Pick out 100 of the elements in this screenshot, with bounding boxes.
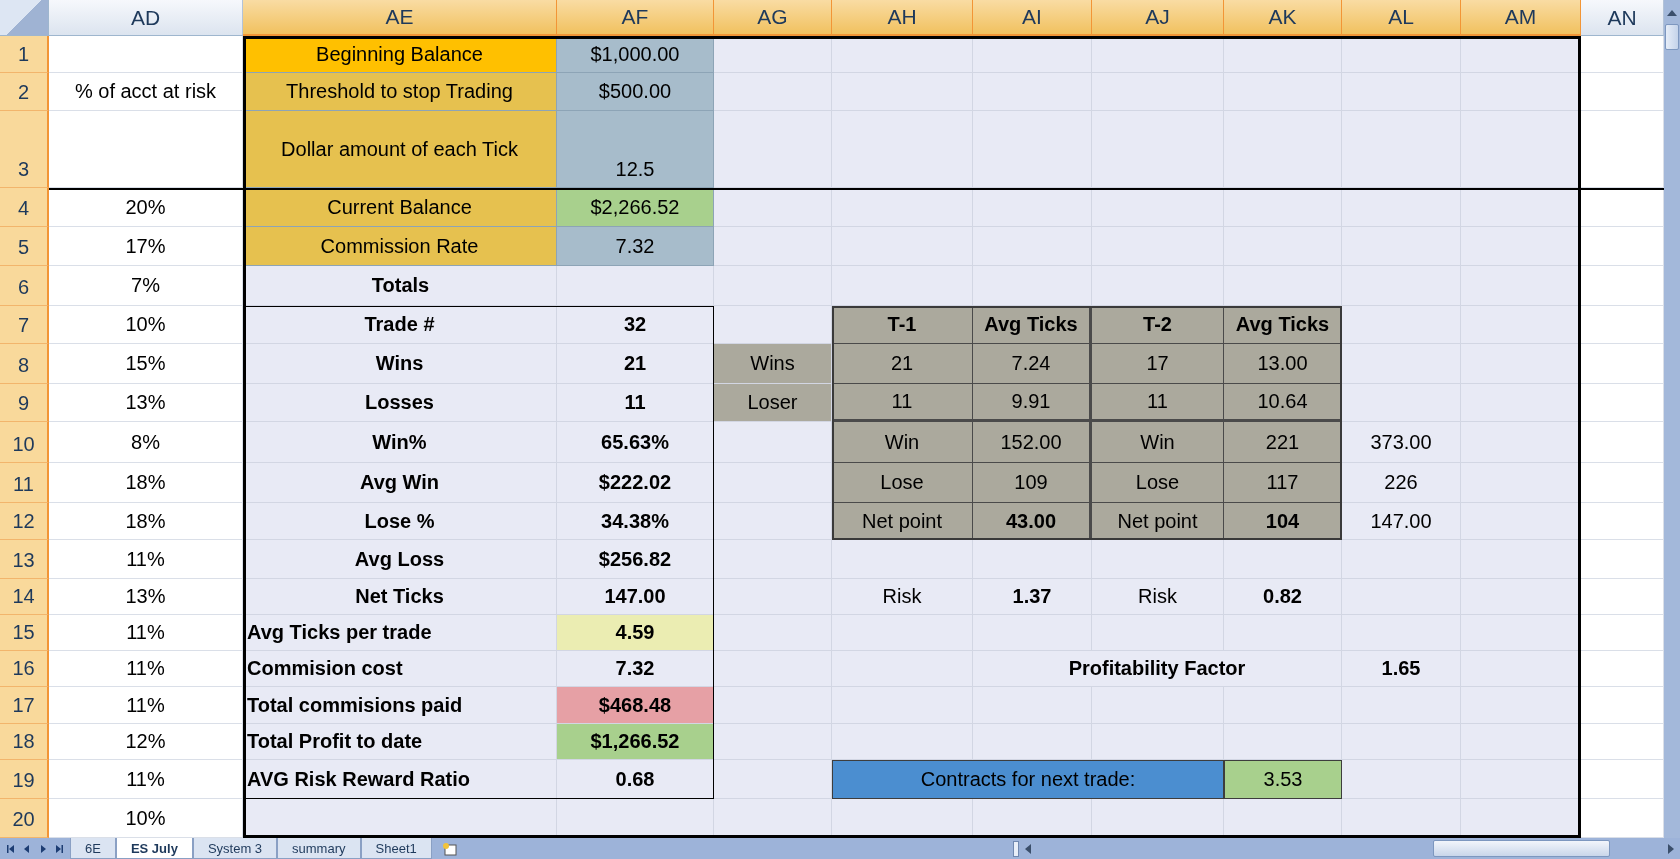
table-cell: 152.00 — [973, 422, 1092, 463]
row-header[interactable]: 17 — [0, 687, 49, 724]
table-cell: $1,266.52 — [557, 724, 714, 760]
table-cell: Commission Rate — [243, 227, 557, 266]
table-cell: Wins — [714, 344, 832, 384]
sheet-tab[interactable]: 6E — [70, 838, 116, 859]
table-cell: 3.53 — [1224, 760, 1342, 799]
table-cell: Risk — [832, 579, 973, 615]
table-cell: 17 — [1092, 344, 1224, 384]
row-header[interactable]: 10 — [0, 422, 49, 463]
table-cell: 0.68 — [557, 760, 714, 799]
table-cell: 104 — [1224, 503, 1342, 540]
column-header[interactable]: AM — [1461, 0, 1581, 36]
table-cell: 11% — [49, 540, 243, 579]
column-header[interactable]: AD — [49, 0, 243, 36]
table-cell: 221 — [1224, 422, 1342, 463]
table-cell: 10% — [49, 799, 243, 838]
table-cell: $2,266.52 — [557, 188, 714, 227]
table-cell: Win% — [243, 422, 557, 463]
table-cell: 1.65 — [1342, 651, 1461, 687]
table-cell: AVG Risk Reward Ratio — [243, 760, 557, 799]
table-cell: Lose — [832, 463, 973, 503]
table-cell: 34.38% — [557, 503, 714, 540]
column-header[interactable]: AI — [973, 0, 1092, 36]
column-header[interactable]: AE — [243, 0, 557, 36]
table-cell: 7% — [49, 266, 243, 306]
table-cell: 10% — [49, 306, 243, 344]
row-header[interactable]: 12 — [0, 503, 49, 540]
table-cell: Avg Ticks per trade — [243, 615, 557, 651]
table-cell: Avg Loss — [243, 540, 557, 579]
table-cell: 11 — [832, 384, 973, 422]
table-cell: Lose % — [243, 503, 557, 540]
sheet-tab[interactable]: summary — [277, 838, 361, 859]
table-cell: 11 — [1092, 384, 1224, 422]
table-cell: Net point — [832, 503, 973, 540]
row-header[interactable]: 15 — [0, 615, 49, 651]
row-header[interactable]: 3 — [0, 111, 49, 188]
table-cell: 13% — [49, 384, 243, 422]
table-cell: 0.82 — [1224, 579, 1342, 615]
column-header[interactable]: AH — [832, 0, 973, 36]
table-cell: Wins — [243, 344, 557, 384]
table-cell: 11% — [49, 651, 243, 687]
table-cell: Net Ticks — [243, 579, 557, 615]
row-header[interactable]: 8 — [0, 344, 49, 384]
table-cell: 21 — [557, 344, 714, 384]
row-header[interactable]: 2 — [0, 73, 49, 111]
table-cell: $500.00 — [557, 73, 714, 111]
row-header[interactable]: 13 — [0, 540, 49, 579]
row-header[interactable]: 16 — [0, 651, 49, 687]
table-cell: 117 — [1224, 463, 1342, 503]
row-header[interactable]: 11 — [0, 463, 49, 503]
table-cell: 11 — [557, 384, 714, 422]
table-cell: Trade # — [243, 306, 557, 344]
column-header[interactable]: AJ — [1092, 0, 1224, 36]
row-header[interactable]: 9 — [0, 384, 49, 422]
column-header[interactable]: AF — [557, 0, 714, 36]
table-cell: T-1 — [832, 306, 973, 344]
column-header[interactable]: AK — [1224, 0, 1342, 36]
sheet-tab[interactable]: System 3 — [192, 838, 278, 859]
table-cell: $256.82 — [557, 540, 714, 579]
row-header[interactable]: 7 — [0, 306, 49, 344]
table-cell: Current Balance — [243, 188, 557, 227]
sheet-tab[interactable]: Sheet1 — [360, 838, 432, 859]
table-cell: Dollar amount of each Tick — [243, 111, 557, 188]
row-header[interactable]: 1 — [0, 36, 49, 73]
row-header[interactable]: 20 — [0, 799, 49, 838]
table-cell: 12% — [49, 724, 243, 760]
table-cell: Risk — [1092, 579, 1224, 615]
table-cell: Contracts for next trade: — [832, 760, 1224, 799]
table-cell: 373.00 — [1342, 422, 1461, 463]
table-cell: Commision cost — [243, 651, 557, 687]
row-header[interactable]: 4 — [0, 188, 49, 227]
table-cell: 147.00 — [557, 579, 714, 615]
table-cell: 17% — [49, 227, 243, 266]
table-cell: Profitability Factor — [973, 651, 1342, 687]
column-header[interactable]: AG — [714, 0, 832, 36]
table-cell: 4.59 — [557, 615, 714, 651]
table-cell: Threshold to stop Trading — [243, 73, 557, 111]
row-header[interactable]: 14 — [0, 579, 49, 615]
table-cell: Loser — [714, 384, 832, 422]
row-header[interactable]: 18 — [0, 724, 49, 760]
table-cell: 18% — [49, 463, 243, 503]
table-cell: 11% — [49, 760, 243, 799]
table-cell: % of acct at risk — [49, 73, 243, 111]
row-header[interactable]: 5 — [0, 227, 49, 266]
row-header[interactable]: 19 — [0, 760, 49, 799]
column-header[interactable]: AL — [1342, 0, 1461, 36]
table-cell: $468.48 — [557, 687, 714, 724]
table-cell: Win — [832, 422, 973, 463]
table-cell: 43.00 — [973, 503, 1092, 540]
table-cell: 109 — [973, 463, 1092, 503]
table-cell: 15% — [49, 344, 243, 384]
table-cell: 13% — [49, 579, 243, 615]
table-cell: 12.5 — [557, 111, 714, 188]
table-cell: 21 — [832, 344, 973, 384]
row-header[interactable]: 6 — [0, 266, 49, 306]
column-header[interactable]: AN — [1581, 0, 1664, 36]
sheet-tab[interactable]: ES July — [115, 838, 193, 859]
table-cell: Total commisions paid — [243, 687, 557, 724]
table-cell: Avg Ticks — [1224, 306, 1342, 344]
